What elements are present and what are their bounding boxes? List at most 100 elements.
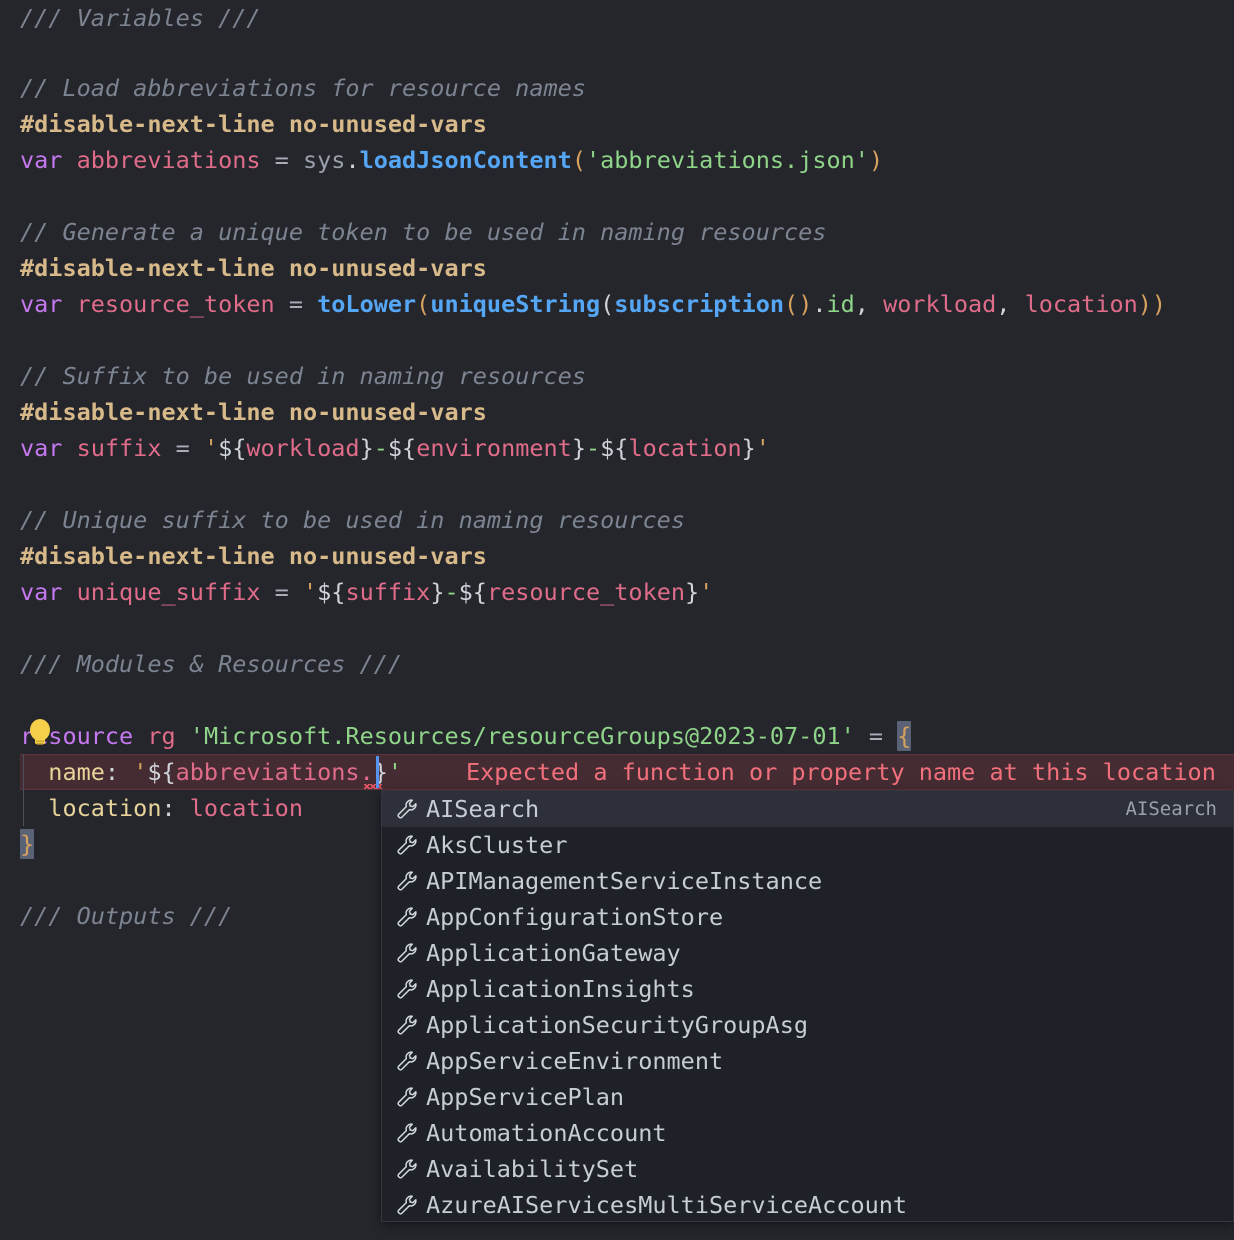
code-token: = (854, 722, 898, 750)
code-token: /// Modules & Resources /// (20, 650, 403, 678)
code-token: workload (883, 290, 997, 318)
code-token: resource_token (486, 578, 686, 606)
code-token: ${ (317, 578, 346, 606)
autocomplete-item-label: ApplicationInsights (426, 975, 695, 1003)
code-line[interactable]: // Unique suffix to be used in naming re… (0, 502, 1234, 538)
code-token: name (48, 758, 105, 786)
code-line[interactable] (0, 682, 1234, 718)
code-token: loadJsonContent (359, 146, 572, 174)
code-line[interactable]: var abbreviations = sys.loadJsonContent(… (0, 142, 1234, 178)
code-line[interactable] (0, 322, 1234, 358)
code-token: } (685, 578, 700, 606)
autocomplete-item[interactable]: AppConfigurationStore (382, 899, 1233, 935)
code-token: . (812, 290, 827, 318)
code-token: suffix (76, 434, 162, 462)
code-token: #disable-next-line no-unused-vars (20, 254, 487, 282)
code-line[interactable] (0, 466, 1234, 502)
wrench-property-icon (392, 938, 422, 968)
code-token: = (260, 578, 303, 606)
code-token: suffix (345, 578, 431, 606)
code-token: abbreviations (76, 146, 261, 174)
autocomplete-popup[interactable]: AISearch AISearch AksCluster APIManagementS… (381, 790, 1234, 1222)
code-token: )) (1137, 290, 1167, 318)
autocomplete-item[interactable]: AppServicePlan (382, 1079, 1233, 1115)
code-token: , (854, 290, 884, 318)
code-line[interactable] (0, 178, 1234, 214)
code-line[interactable]: var resource_token = toLower(uniqueStrin… (0, 286, 1234, 322)
code-token: // Load abbreviations for resource names (20, 74, 586, 102)
code-token: var (20, 146, 77, 174)
code-token: ( (600, 290, 615, 318)
code-token: = (274, 290, 318, 318)
code-line[interactable]: var suffix = '${workload}-${environment}… (0, 430, 1234, 466)
code-token: ${ (147, 758, 176, 786)
code-line[interactable]: // Generate a unique token to be used in… (0, 214, 1234, 250)
code-token: ' (699, 578, 714, 606)
lightbulb-quickfix-icon[interactable] (27, 718, 53, 752)
autocomplete-item[interactable]: AksCluster (382, 827, 1233, 863)
autocomplete-item[interactable]: ApplicationGateway (382, 935, 1233, 971)
code-token: ' (302, 578, 318, 606)
code-token: ' (133, 758, 148, 786)
code-line[interactable]: // Load abbreviations for resource names (0, 70, 1234, 106)
text-cursor (376, 756, 379, 788)
code-token: abbreviations (175, 758, 360, 786)
code-line[interactable]: /// Modules & Resources /// (0, 646, 1234, 682)
code-token: ${ (218, 434, 247, 462)
autocomplete-item[interactable]: AzureAIServicesMultiServiceAccount (382, 1187, 1233, 1221)
code-token: /// Variables /// (20, 4, 261, 32)
autocomplete-item-label: AppServiceEnvironment (426, 1047, 724, 1075)
autocomplete-item[interactable]: AutomationAccount (382, 1115, 1233, 1151)
code-line[interactable]: var unique_suffix = '${suffix}-${resourc… (0, 574, 1234, 610)
autocomplete-item[interactable]: APIManagementServiceInstance (382, 863, 1233, 899)
autocomplete-item-label: ApplicationGateway (426, 939, 681, 967)
autocomplete-item-label: AppConfigurationStore (426, 903, 724, 931)
autocomplete-item-label: APIManagementServiceInstance (426, 867, 823, 895)
wrench-property-icon (392, 1154, 422, 1184)
autocomplete-item[interactable]: AvailabilitySet (382, 1151, 1233, 1187)
code-line[interactable] (0, 610, 1234, 646)
autocomplete-item[interactable]: ApplicationInsights (382, 971, 1233, 1007)
code-token: = (161, 434, 204, 462)
code-token: #disable-next-line no-unused-vars (20, 398, 487, 426)
code-token: } (359, 434, 374, 462)
code-line[interactable]: /// Variables /// (0, 0, 1234, 36)
code-token: sys (302, 146, 346, 174)
code-token: } (20, 829, 35, 859)
code-token: workload (246, 434, 360, 462)
code-token: /// Outputs /// (20, 902, 233, 930)
code-line[interactable]: #disable-next-line no-unused-vars (0, 106, 1234, 142)
code-token: 'abbreviations.json' (585, 146, 869, 174)
code-token: #disable-next-line no-unused-vars (20, 542, 487, 570)
code-token: ( (416, 290, 431, 318)
autocomplete-item-label: AvailabilitySet (426, 1155, 639, 1183)
autocomplete-item[interactable]: AISearch AISearch (382, 791, 1233, 827)
code-token: rg (147, 722, 190, 750)
code-token: ${ (387, 434, 417, 462)
code-token: { (897, 721, 912, 751)
autocomplete-item-label: AzureAIServicesMultiServiceAccount (426, 1191, 908, 1219)
code-token: } (571, 434, 586, 462)
autocomplete-item[interactable]: AppServiceEnvironment (382, 1043, 1233, 1079)
code-line[interactable]: #disable-next-line no-unused-vars (0, 538, 1234, 574)
autocomplete-item-label: AppServicePlan (426, 1083, 625, 1111)
code-token: = (260, 146, 303, 174)
autocomplete-item-detail: AISearch (1125, 798, 1217, 820)
code-token: subscription (614, 290, 785, 318)
autocomplete-item-label: ApplicationSecurityGroupAsg (426, 1011, 809, 1039)
code-token: id (826, 290, 855, 318)
code-editor[interactable]: /// Variables /// // Load abbreviations f… (0, 0, 1234, 1240)
code-token: var (20, 578, 77, 606)
code-line[interactable]: #disable-next-line no-unused-vars (0, 250, 1234, 286)
autocomplete-item[interactable]: ApplicationSecurityGroupAsg (382, 1007, 1233, 1043)
code-token: ' (755, 434, 770, 462)
code-token: #disable-next-line no-unused-vars (20, 110, 487, 138)
code-token: environment (416, 434, 572, 462)
code-line[interactable]: resource rg 'Microsoft.Resources/resourc… (0, 718, 1234, 754)
code-token: var (20, 434, 77, 462)
code-line[interactable] (0, 36, 1234, 72)
code-line[interactable]: #disable-next-line no-unused-vars (0, 394, 1234, 430)
code-token: , (996, 290, 1025, 318)
code-line[interactable]: // Suffix to be used in naming resources (0, 358, 1234, 394)
